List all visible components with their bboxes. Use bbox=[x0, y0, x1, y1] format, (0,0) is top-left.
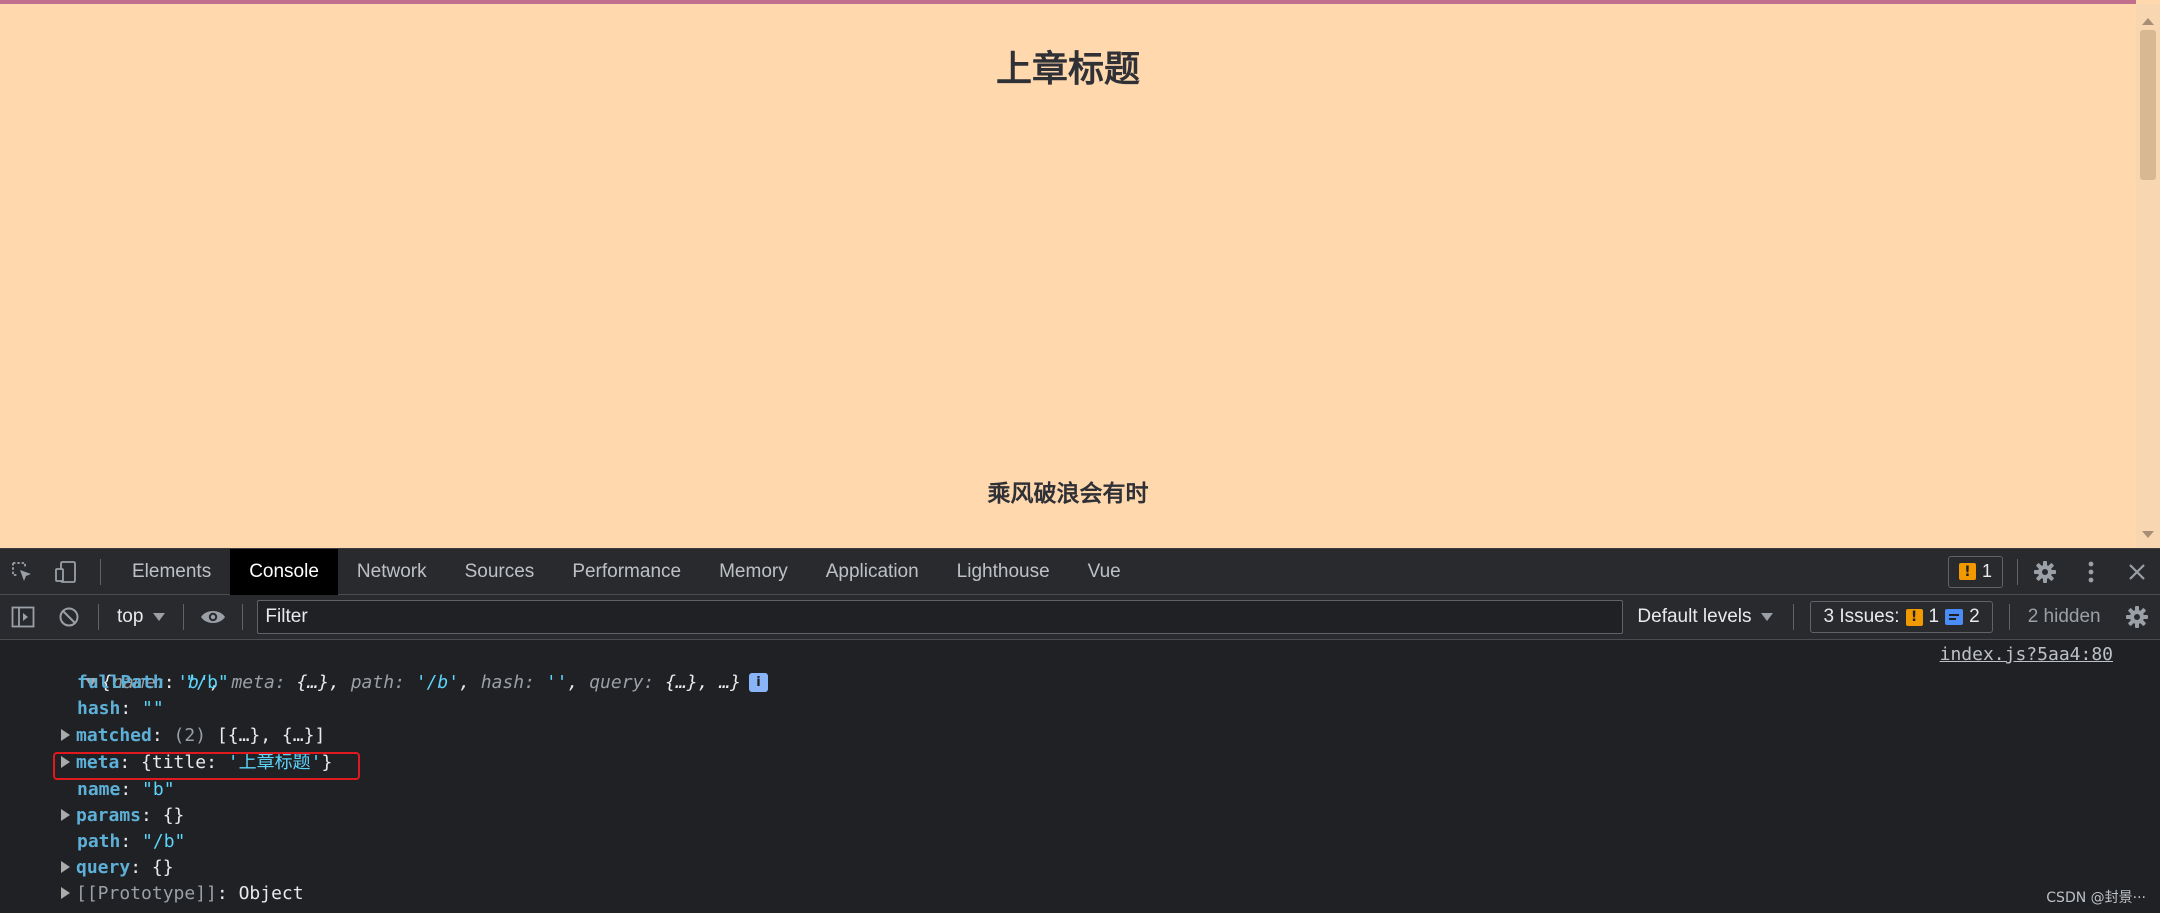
page-vertical-scrollbar[interactable] bbox=[2136, 4, 2160, 548]
chevron-down-icon bbox=[1761, 613, 1774, 621]
summary-key: hash bbox=[480, 672, 525, 693]
console-settings-gear-icon[interactable] bbox=[2114, 595, 2160, 639]
execution-context-select[interactable]: top bbox=[105, 595, 177, 639]
prop-matched[interactable]: matched: (2) [{…}, {…}] bbox=[61, 723, 325, 749]
prop-prototype[interactable]: [[Prototype]]: Object bbox=[61, 881, 304, 907]
expand-triangle-icon[interactable] bbox=[61, 809, 70, 821]
tab-sources[interactable]: Sources bbox=[446, 549, 554, 595]
tab-application[interactable]: Application bbox=[807, 549, 938, 595]
info-badge-icon[interactable]: i bbox=[748, 673, 768, 692]
issues-counter-button[interactable]: 3 Issues: ! 1 2 bbox=[1810, 601, 1993, 633]
tab-performance[interactable]: Performance bbox=[553, 549, 700, 595]
log-levels-dropdown[interactable]: Default levels bbox=[1623, 595, 1787, 639]
toolbar-separator bbox=[183, 604, 185, 630]
prop-hash: hash: "" bbox=[77, 698, 164, 719]
toolbar-separator bbox=[2017, 558, 2018, 585]
expand-triangle-icon[interactable] bbox=[61, 729, 70, 741]
issues-badge-count: 1 bbox=[1981, 561, 1992, 581]
prop-fullpath: fullPath: "/b" bbox=[77, 672, 229, 693]
prop-key: name bbox=[77, 779, 121, 800]
summary-value: '' bbox=[545, 672, 568, 693]
summary-key: meta bbox=[231, 672, 275, 693]
prop-path: path: "/b" bbox=[77, 831, 186, 852]
prop-value: [{…}, {…}] bbox=[216, 725, 326, 746]
tab-lighthouse[interactable]: Lighthouse bbox=[938, 549, 1069, 595]
device-toolbar-icon[interactable] bbox=[44, 549, 88, 595]
prop-params[interactable]: params: {} bbox=[61, 803, 184, 829]
prop-key: hash bbox=[77, 698, 121, 719]
prop-key: params bbox=[76, 805, 142, 826]
devtools-tabs: Elements Console Network Sources Perform… bbox=[113, 548, 1140, 595]
summary-key: query bbox=[589, 672, 644, 693]
prop-value: "/b" bbox=[185, 672, 229, 693]
tab-console[interactable]: Console bbox=[230, 548, 338, 595]
scroll-up-arrow-icon[interactable] bbox=[2142, 18, 2154, 25]
prop-value: "/b" bbox=[142, 831, 186, 852]
source-location-link[interactable]: index.js?5aa4:80 bbox=[1940, 644, 2113, 665]
prop-key: path bbox=[77, 831, 121, 852]
tab-network[interactable]: Network bbox=[338, 549, 446, 595]
inspect-element-icon[interactable] bbox=[0, 549, 44, 595]
toolbar-separator bbox=[1793, 604, 1795, 630]
prop-key: [[Prototype]] bbox=[76, 883, 217, 904]
tab-elements[interactable]: Elements bbox=[113, 549, 230, 595]
watermark: CSDN @封景··· bbox=[2046, 890, 2146, 906]
issues-label: 3 Issues: bbox=[1823, 606, 1900, 627]
clear-console-icon[interactable] bbox=[46, 595, 92, 639]
issues-info-count: 2 bbox=[1969, 606, 1980, 627]
info-message-icon bbox=[1945, 609, 1964, 625]
summary-value: {…} bbox=[665, 672, 698, 693]
tab-memory[interactable]: Memory bbox=[700, 549, 807, 595]
log-levels-label: Default levels bbox=[1637, 606, 1752, 627]
warning-icon: ! bbox=[1958, 563, 1976, 580]
prop-count: (2) bbox=[173, 725, 207, 746]
prop-value: "" bbox=[142, 698, 164, 719]
prop-key: matched bbox=[76, 725, 152, 746]
more-options-kebab-icon[interactable] bbox=[2068, 549, 2114, 595]
devtools-tab-bar: Elements Console Network Sources Perform… bbox=[0, 548, 2160, 595]
summary-key: path bbox=[350, 672, 395, 693]
chevron-down-icon bbox=[153, 613, 166, 621]
summary-value: '/b' bbox=[415, 672, 460, 693]
highlight-annotation-box bbox=[53, 752, 360, 780]
issues-warning-count: 1 bbox=[1928, 606, 1940, 627]
console-toolbar: top Default levels 3 Issues: ! 1 2 2 hid… bbox=[0, 595, 2160, 640]
show-sidebar-icon[interactable] bbox=[0, 595, 46, 639]
page-viewport: 上章标题 乘风破浪会有时 bbox=[0, 0, 2160, 548]
warning-icon: ! bbox=[1905, 608, 1923, 626]
prop-query[interactable]: query: {} bbox=[61, 855, 174, 881]
hidden-messages-count: 2 hidden bbox=[2027, 606, 2101, 627]
toolbar-separator bbox=[98, 604, 99, 630]
scrollbar-thumb[interactable] bbox=[2140, 30, 2156, 180]
settings-gear-icon[interactable] bbox=[2022, 549, 2068, 595]
toolbar-separator bbox=[100, 558, 101, 585]
expand-triangle-icon[interactable] bbox=[61, 887, 70, 899]
scroll-down-arrow-icon[interactable] bbox=[2142, 531, 2154, 538]
prop-value: Object bbox=[238, 883, 304, 904]
summary-rest: …} bbox=[719, 672, 741, 693]
prop-value: "b" bbox=[142, 779, 175, 800]
expand-triangle-icon[interactable] bbox=[61, 861, 70, 873]
prop-name: name: "b" bbox=[77, 779, 175, 800]
page-subtitle: 乘风破浪会有时 bbox=[987, 481, 1149, 507]
prop-key: query bbox=[76, 857, 131, 878]
close-devtools-icon[interactable] bbox=[2114, 549, 2160, 595]
viewport-top-border bbox=[0, 0, 2136, 4]
prop-value: {} bbox=[151, 857, 174, 878]
toolbar-separator bbox=[242, 604, 244, 630]
tab-vue[interactable]: Vue bbox=[1069, 549, 1140, 595]
execution-context-label: top bbox=[117, 606, 144, 627]
issues-badge-button[interactable]: ! 1 bbox=[1947, 555, 2003, 588]
prop-value: {} bbox=[162, 805, 185, 826]
summary-value: {…} bbox=[296, 672, 330, 693]
prop-key: fullPath bbox=[77, 672, 164, 693]
console-object-summary[interactable]: {name: 'b', meta: {…}, path: '/b', hash:… bbox=[42, 644, 768, 693]
live-expression-eye-icon[interactable] bbox=[190, 595, 236, 639]
console-filter-input[interactable] bbox=[257, 600, 1624, 634]
page-title: 上章标题 bbox=[995, 49, 1140, 90]
tab-bar-right-controls: ! 1 bbox=[1947, 549, 2160, 595]
toolbar-separator bbox=[2008, 604, 2010, 630]
